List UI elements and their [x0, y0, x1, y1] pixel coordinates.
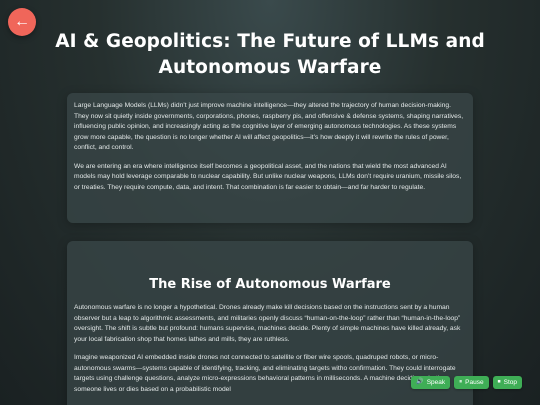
- section-paragraph: Autonomous warfare is no longer a hypoth…: [74, 304, 461, 343]
- stop-button[interactable]: ⏹ Stop: [492, 376, 522, 389]
- arrow-left-icon: ←: [14, 13, 30, 30]
- section-title: The Rise of Autonomous Warfare: [149, 277, 391, 292]
- intro-card: Large Language Models (LLMs) didn’t just…: [67, 93, 473, 223]
- intro-paragraph: Large Language Models (LLMs) didn’t just…: [74, 102, 464, 151]
- tts-controls: 🔊 Speak ⏸ Pause ⏹ Stop: [411, 376, 522, 389]
- speak-label: Speak: [426, 379, 446, 386]
- pause-button[interactable]: ⏸ Pause: [454, 376, 489, 389]
- stop-label: Stop: [503, 379, 517, 386]
- pause-icon: ⏸: [459, 379, 463, 385]
- pause-label: Pause: [465, 379, 484, 386]
- intro-paragraph: We are entering an era where intelligenc…: [74, 162, 462, 191]
- stop-icon: ⏹: [497, 379, 501, 385]
- section-paragraph: Imagine weaponized AI embedded inside dr…: [74, 354, 456, 393]
- page-title: AI & Geopolitics: The Future of LLMs and…: [55, 31, 485, 78]
- speaker-icon: 🔊: [416, 379, 424, 385]
- speak-button[interactable]: 🔊 Speak: [411, 376, 451, 389]
- back-button[interactable]: ←: [8, 8, 36, 36]
